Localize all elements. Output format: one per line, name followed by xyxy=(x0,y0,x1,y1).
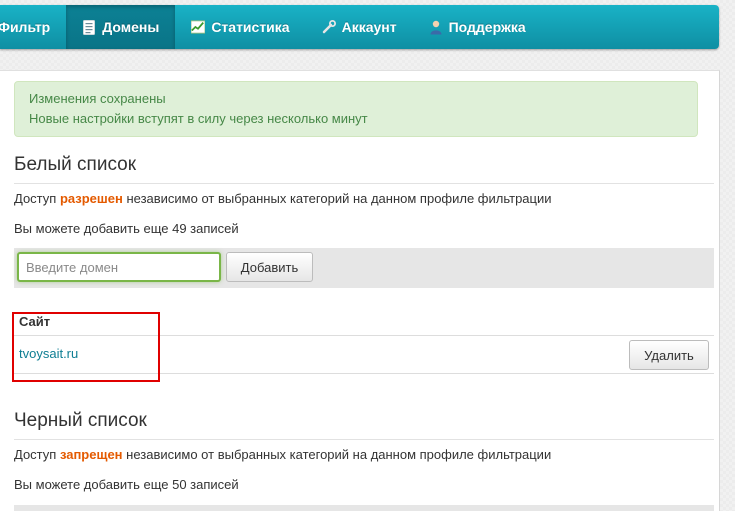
user-icon xyxy=(429,19,443,35)
alert-line-2: Новые настройки вступят в силу через нес… xyxy=(29,111,368,126)
page: Фильтр Домены Статистика Аккаунт Поддерж… xyxy=(0,0,735,511)
delete-button[interactable]: Удалить xyxy=(629,340,709,370)
nav-item-filter[interactable]: Фильтр xyxy=(0,5,66,49)
nav-item-label: Аккаунт xyxy=(341,19,397,35)
nav-item-domains[interactable]: Домены xyxy=(66,5,176,49)
chart-icon xyxy=(191,19,206,35)
nav-item-label: Статистика xyxy=(211,19,290,35)
whitelist-column-header-site: Сайт xyxy=(14,312,714,336)
blacklist-title: Черный список xyxy=(14,409,714,440)
whitelist-desc-highlight: разрешен xyxy=(59,191,123,206)
blacklist-desc-before: Доступ xyxy=(14,447,60,462)
wrench-icon xyxy=(322,19,336,35)
alert-line-1: Изменения сохранены xyxy=(29,91,166,106)
nav-item-statistics[interactable]: Статистика xyxy=(175,5,305,49)
whitelist-domain-input[interactable] xyxy=(17,252,221,282)
whitelist-description: Доступ разрешен независимо от выбранных … xyxy=(14,191,552,206)
blacklist-add-form xyxy=(14,505,714,511)
whitelist-desc-after: независимо от выбранных категорий на дан… xyxy=(122,191,552,206)
whitelist-desc-before: Доступ xyxy=(14,191,60,206)
whitelist-remaining: Вы можете добавить еще 49 записей xyxy=(14,221,239,236)
table-row: tvoysait.ru Удалить xyxy=(14,336,714,374)
blacklist-desc-after: независимо от выбранных категорий на дан… xyxy=(122,447,552,462)
success-alert: Изменения сохранены Новые настройки всту… xyxy=(14,81,698,137)
blacklist-description: Доступ запрещен независимо от выбранных … xyxy=(14,447,551,462)
nav-item-label: Домены xyxy=(102,19,160,35)
whitelist-add-form: Добавить xyxy=(14,248,714,288)
content-panel: Изменения сохранены Новые настройки всту… xyxy=(0,70,720,511)
nav-item-label: Поддержка xyxy=(448,19,526,35)
nav-item-account[interactable]: Аккаунт xyxy=(306,5,413,49)
blacklist-desc-highlight: запрещен xyxy=(59,447,123,462)
site-link[interactable]: tvoysait.ru xyxy=(19,346,78,361)
blacklist-remaining: Вы можете добавить еще 50 записей xyxy=(14,477,239,492)
main-nav: Фильтр Домены Статистика Аккаунт Поддерж… xyxy=(0,5,719,49)
nav-item-support[interactable]: Поддержка xyxy=(413,5,542,49)
nav-item-label: Фильтр xyxy=(0,19,51,35)
whitelist-title: Белый список xyxy=(14,153,714,184)
document-icon xyxy=(82,19,96,35)
whitelist-add-button[interactable]: Добавить xyxy=(226,252,313,282)
